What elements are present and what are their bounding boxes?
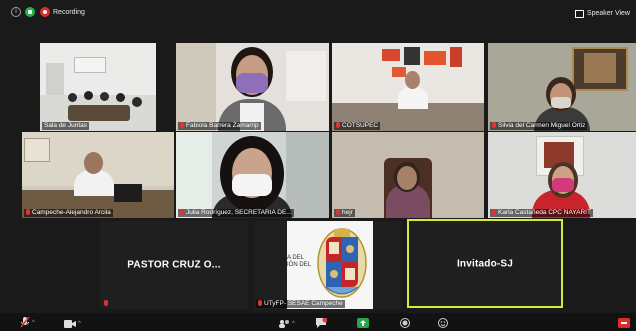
meeting-toolbar: ^ ^ ^ (0, 313, 636, 331)
video-tile-utyfp-sesae-campeche[interactable]: A DEL IÓN DEL UTyFP- SESAE Campeche (254, 221, 402, 309)
video-camera-icon (64, 320, 76, 328)
face-mask (551, 97, 571, 108)
window (286, 51, 326, 101)
muted-mic-icon (180, 122, 184, 128)
door (46, 63, 64, 95)
reactions-button[interactable] (438, 318, 448, 328)
info-icon[interactable]: i (11, 7, 21, 17)
participant-name: UTyFP- SESAE Campeche (256, 300, 345, 308)
video-tile-karla-castaneda[interactable]: Karla Castañeda CPC NAYARIT (488, 132, 636, 218)
muted-mic-icon (492, 209, 496, 215)
attendee (100, 92, 109, 101)
shelf (176, 43, 216, 131)
muted-mic-icon (258, 300, 262, 306)
face-mask (232, 174, 272, 196)
campeche-coat-of-arms (316, 223, 368, 305)
muted-mic-icon (336, 209, 340, 215)
face-mask (552, 178, 574, 192)
participant-name: Fabiola Barrera Zamarrip (178, 122, 261, 130)
share-screen-button[interactable] (357, 318, 369, 328)
participant-name: Sala de Juntas (42, 122, 90, 130)
wall-art (424, 51, 446, 65)
grid-view-icon (574, 9, 584, 18)
participant-mute-indicator (102, 300, 112, 308)
painting-content (584, 53, 616, 83)
face-mask (236, 73, 268, 93)
attendee (84, 91, 93, 100)
wall-art (404, 47, 420, 65)
attendee (116, 93, 125, 102)
speaker-view-button[interactable]: Speaker View (574, 8, 630, 19)
window-light (176, 132, 212, 218)
wall-sign (74, 57, 106, 73)
participant-name: Julia Rodríguez, SECRETARIA DE... (178, 209, 294, 217)
participants-button[interactable]: ^ (278, 319, 295, 328)
muted-mic-icon (104, 300, 108, 306)
mute-button[interactable]: ^ (20, 317, 35, 328)
muted-mic-icon (336, 122, 340, 128)
video-tile-cotsupec[interactable]: COTSUPEC (332, 43, 484, 131)
video-tile-fabiola-barrera[interactable]: Fabiola Barrera Zamarrip (176, 43, 329, 131)
wall-art (382, 49, 400, 61)
video-tile-pastor-cruz[interactable]: PASTOR CRUZ O... (100, 221, 248, 309)
logo-text: A DEL IÓN DEL (287, 255, 312, 268)
chat-button[interactable] (316, 318, 327, 328)
reactions-icon (438, 318, 448, 328)
chevron-up-icon[interactable]: ^ (78, 321, 81, 327)
record-icon (400, 318, 410, 328)
video-tile-invitado-sj[interactable]: Invitado-SJ (407, 219, 563, 308)
participant-name: hejr (334, 209, 355, 217)
video-button[interactable]: ^ (64, 320, 81, 328)
room-wall (286, 132, 329, 218)
video-tile-silvia-miguel[interactable]: Silvia del Carmen Miguel Ortiz (488, 43, 636, 131)
video-tile-julia-rodriguez[interactable]: Julia Rodríguez, SECRETARIA DE... (176, 132, 329, 218)
attendee (68, 93, 77, 102)
conference-table (68, 105, 130, 121)
participant-name: Karla Castañeda CPC NAYARIT (490, 209, 593, 217)
wall-art (450, 47, 462, 67)
wall-art (392, 67, 406, 77)
microphone-muted-icon (20, 317, 30, 328)
meeting-top-bar: i Recording Speaker View (0, 0, 636, 20)
record-button[interactable] (400, 318, 410, 328)
participant-name: Silvia del Carmen Miguel Ortiz (490, 122, 588, 130)
video-tile-alejandro-arcila[interactable]: Campeche-Alejandro Arcila (22, 132, 174, 218)
recording-icon (40, 7, 50, 17)
chevron-up-icon[interactable]: ^ (32, 320, 35, 326)
attendee (132, 97, 142, 107)
participant-name: COTSUPEC (334, 122, 381, 130)
video-tile-hejr[interactable]: hejr (332, 132, 484, 218)
participant-name: Campeche-Alejandro Arcila (24, 209, 113, 217)
person-face (397, 166, 417, 190)
frame (24, 138, 50, 162)
participant-display-name: Invitado-SJ (456, 258, 514, 269)
speaker-view-label: Speaker View (586, 10, 630, 17)
recording-label: Recording (53, 9, 85, 16)
muted-mic-icon (180, 209, 184, 215)
share-screen-icon (357, 318, 369, 328)
end-meeting-button[interactable] (618, 318, 630, 328)
person-body (398, 87, 428, 109)
laptop (114, 184, 142, 202)
video-tile-sala-de-juntas[interactable]: Sala de Juntas (40, 43, 156, 131)
person-face (405, 71, 420, 89)
end-meeting-icon (618, 318, 630, 328)
participants-icon (279, 320, 289, 328)
participant-display-name: PASTOR CRUZ O... (127, 259, 221, 271)
person-face (84, 152, 103, 174)
security-shield-icon[interactable] (25, 7, 35, 17)
chevron-up-icon[interactable]: ^ (292, 321, 295, 327)
muted-mic-icon (492, 122, 496, 128)
chat-icon (316, 318, 327, 328)
muted-mic-icon (26, 209, 30, 215)
